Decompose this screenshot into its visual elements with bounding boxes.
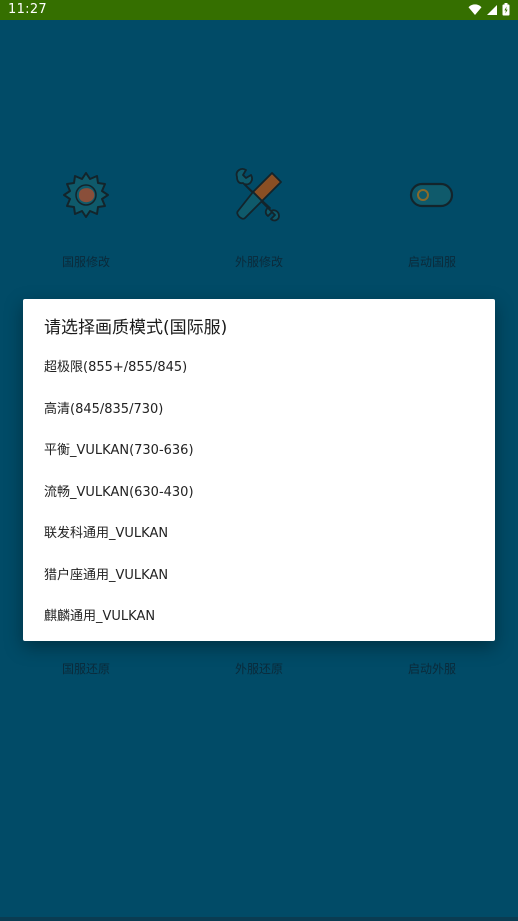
option-mediatek-vulkan[interactable]: 联发科通用_VULKAN [23, 511, 495, 553]
quality-mode-dialog: 请选择画质模式(国际服) 超极限(855+/855/845) 高清(845/83… [23, 299, 495, 641]
option-balanced-vulkan[interactable]: 平衡_VULKAN(730-636) [23, 428, 495, 470]
option-ultra[interactable]: 超极限(855+/855/845) [23, 345, 495, 387]
option-exynos-vulkan[interactable]: 猎户座通用_VULKAN [23, 553, 495, 595]
option-hd[interactable]: 高清(845/835/730) [23, 387, 495, 429]
option-kirin-vulkan[interactable]: 麒麟通用_VULKAN [23, 594, 495, 636]
option-smooth-vulkan[interactable]: 流畅_VULKAN(630-430) [23, 470, 495, 512]
dialog-title: 请选择画质模式(国际服) [44, 318, 228, 338]
bottom-strip [0, 917, 518, 921]
dialog-options-list: 超极限(855+/855/845) 高清(845/835/730) 平衡_VUL… [23, 345, 495, 636]
